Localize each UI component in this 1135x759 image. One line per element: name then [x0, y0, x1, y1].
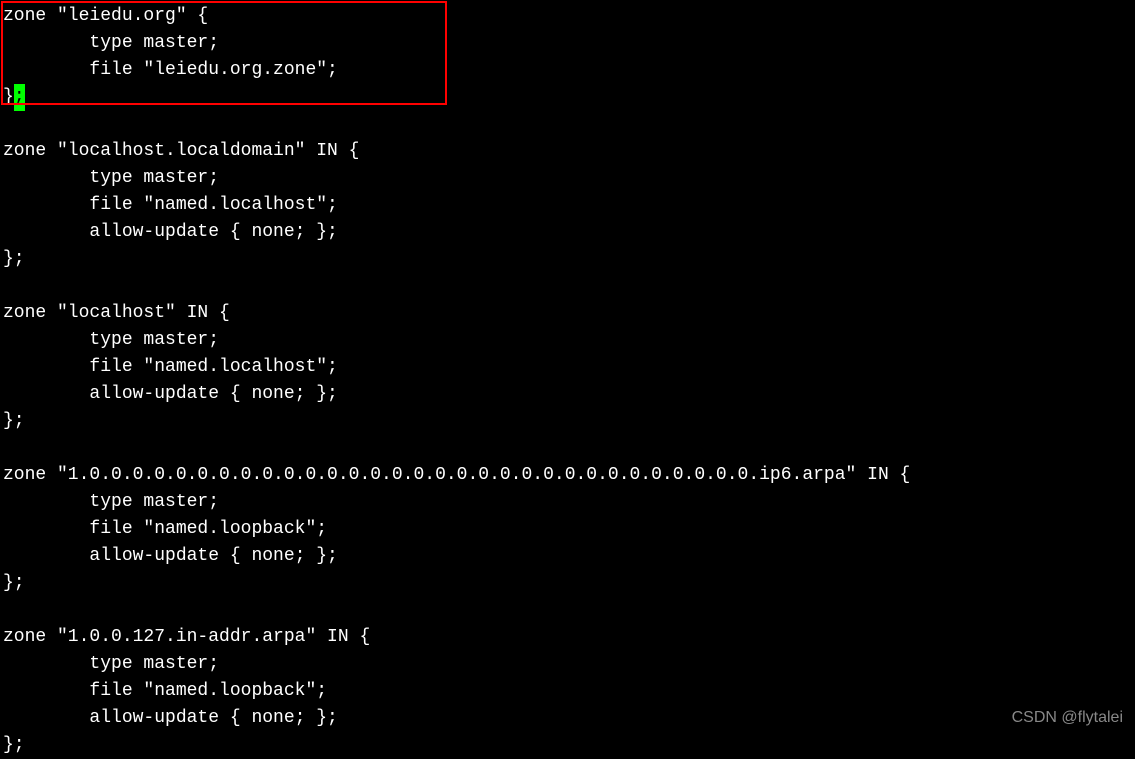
code-line: zone "1.0.0.0.0.0.0.0.0.0.0.0.0.0.0.0.0.… — [3, 462, 1132, 489]
code-line: }; — [3, 408, 1132, 435]
code-line: type master; — [3, 165, 1132, 192]
code-line: allow-update { none; }; — [3, 543, 1132, 570]
code-line: }; — [3, 732, 1132, 759]
code-line: }; — [3, 246, 1132, 273]
code-line: file "named.localhost"; — [3, 192, 1132, 219]
code-line: zone "leiedu.org" { — [3, 3, 1132, 30]
zone-block: zone "leiedu.org" { type master; file "l… — [3, 3, 1132, 111]
code-line: allow-update { none; }; — [3, 219, 1132, 246]
code-line: file "named.localhost"; — [3, 354, 1132, 381]
zone-block: zone "localhost.localdomain" IN { type m… — [3, 138, 1132, 273]
zone-block: zone "1.0.0.127.in-addr.arpa" IN { type … — [3, 624, 1132, 759]
zone-block: zone "localhost" IN { type master; file … — [3, 300, 1132, 435]
terminal-content[interactable]: zone "leiedu.org" { type master; file "l… — [3, 3, 1132, 759]
code-line: zone "localhost" IN { — [3, 300, 1132, 327]
code-line: file "named.loopback"; — [3, 516, 1132, 543]
code-line: file "named.loopback"; — [3, 678, 1132, 705]
watermark: CSDN @flytalei — [1012, 706, 1123, 730]
code-line: type master; — [3, 651, 1132, 678]
code-line: allow-update { none; }; — [3, 381, 1132, 408]
code-line: }; — [3, 84, 1132, 111]
terminal-cursor: ; — [14, 84, 25, 111]
code-line: zone "1.0.0.127.in-addr.arpa" IN { — [3, 624, 1132, 651]
code-line: }; — [3, 570, 1132, 597]
zone-block: zone "1.0.0.0.0.0.0.0.0.0.0.0.0.0.0.0.0.… — [3, 462, 1132, 597]
code-line: zone "localhost.localdomain" IN { — [3, 138, 1132, 165]
code-line: allow-update { none; }; — [3, 705, 1132, 732]
code-line: file "leiedu.org.zone"; — [3, 57, 1132, 84]
code-line: type master; — [3, 489, 1132, 516]
code-line: type master; — [3, 30, 1132, 57]
code-line: type master; — [3, 327, 1132, 354]
